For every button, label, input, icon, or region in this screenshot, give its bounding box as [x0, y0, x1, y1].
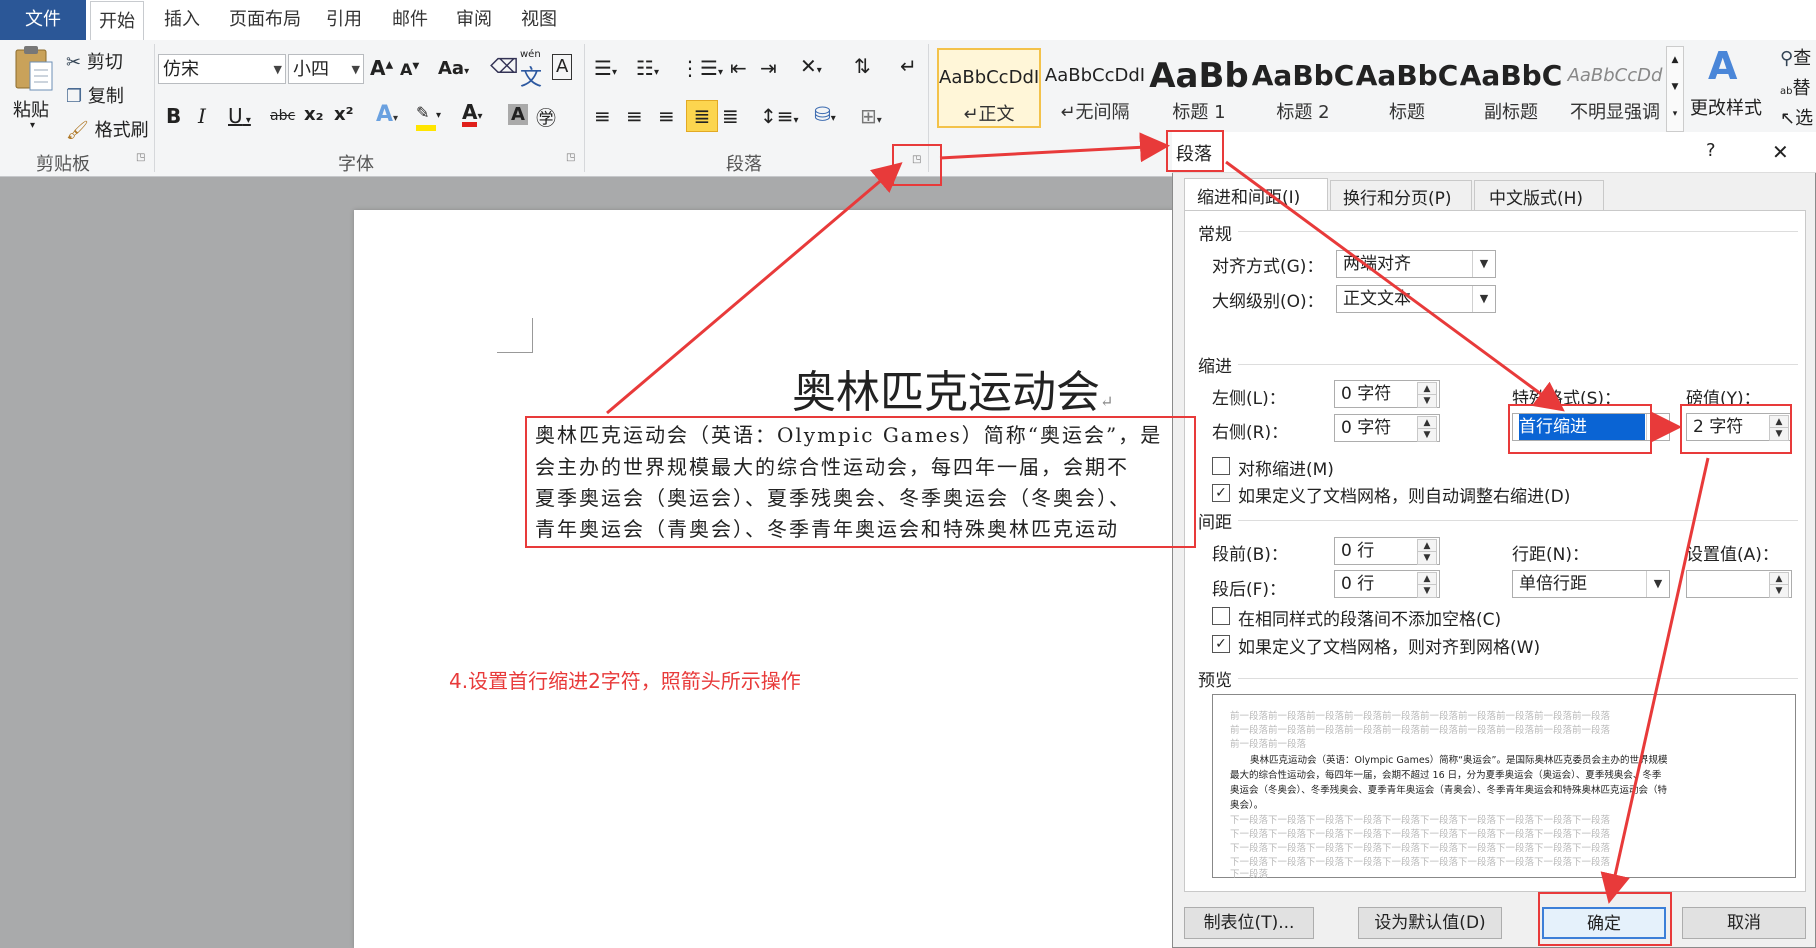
annotation-arrows — [606, 132, 1710, 904]
